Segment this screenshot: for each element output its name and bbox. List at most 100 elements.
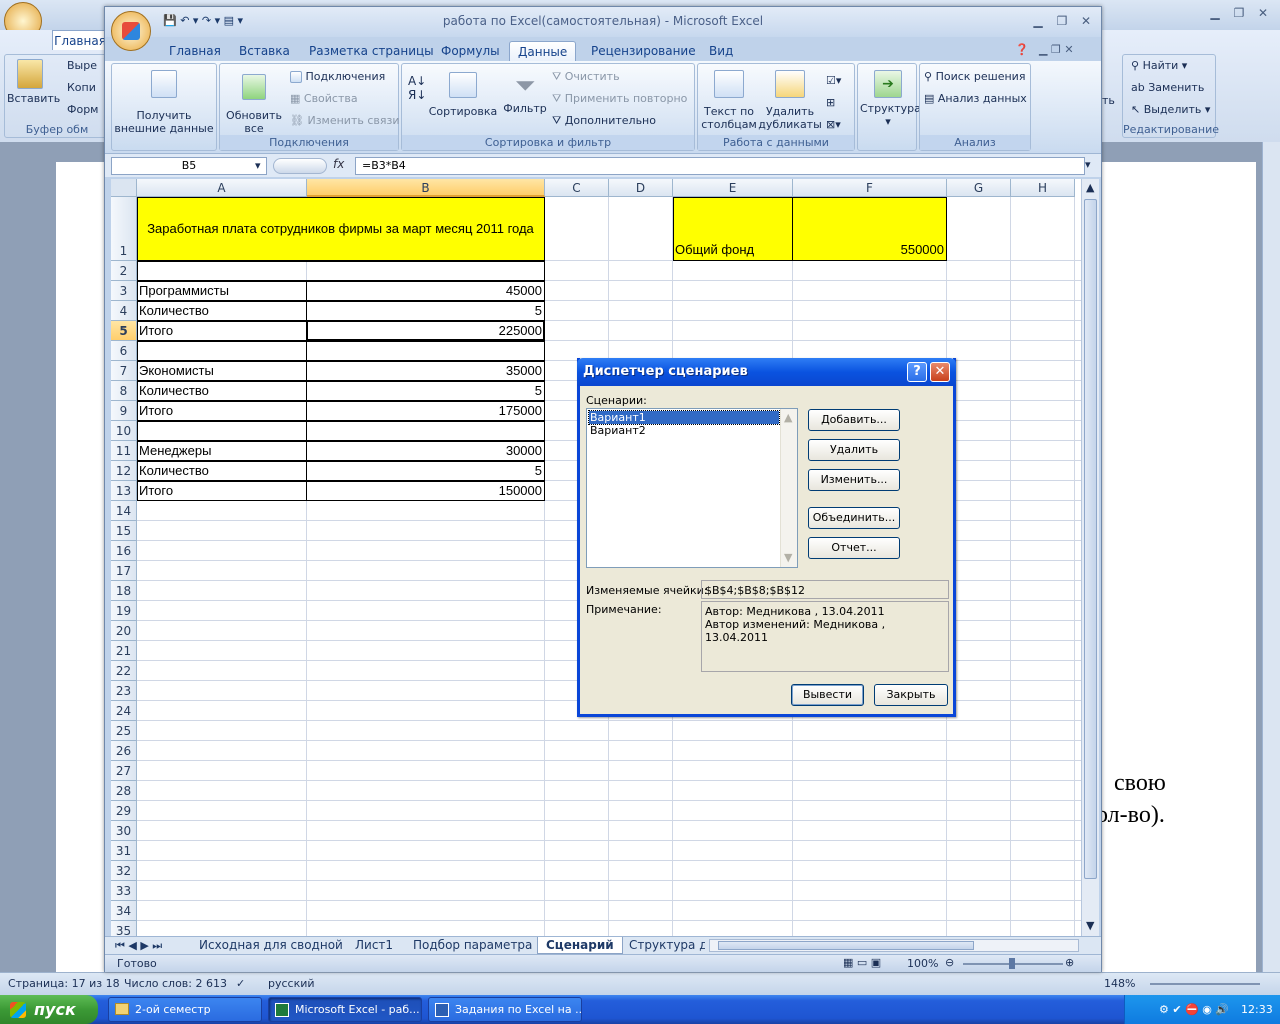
word-copy-button[interactable]: Копи: [67, 81, 96, 94]
edit-links-button[interactable]: ⛓ Изменить связи: [290, 114, 400, 127]
merge-scenarios-button[interactable]: Объединить...: [808, 507, 900, 529]
horizontal-scrollbar[interactable]: [709, 939, 1079, 952]
word-paste-button[interactable]: Вставить: [7, 59, 60, 105]
cell-a3[interactable]: Программисты: [139, 281, 304, 301]
get-external-data-button[interactable]: Получить внешние данные: [114, 70, 214, 135]
row-header[interactable]: 30: [111, 821, 137, 841]
zoom-out-icon[interactable]: ⊖: [945, 956, 954, 969]
edit-scenario-button[interactable]: Изменить...: [808, 469, 900, 491]
word-vertical-scrollbar[interactable]: [1262, 142, 1280, 972]
tab-home[interactable]: Главная: [161, 41, 229, 61]
refresh-all-button[interactable]: Обновить все: [224, 74, 284, 135]
scenario-item[interactable]: Вариант2: [590, 424, 646, 437]
row-header[interactable]: 32: [111, 861, 137, 881]
data-analysis-button[interactable]: ▤ Анализ данных: [924, 92, 1027, 105]
zoom-in-icon[interactable]: ⊕: [1065, 956, 1074, 969]
column-header-e[interactable]: E: [673, 179, 793, 197]
word-select-button[interactable]: ↖ Выделить ▾: [1131, 103, 1210, 116]
row-header[interactable]: 11: [111, 441, 137, 461]
row-header[interactable]: 28: [111, 781, 137, 801]
formula-input[interactable]: =B3*B4: [355, 157, 1085, 175]
word-cut-button[interactable]: Выре: [67, 59, 97, 72]
row-header[interactable]: 15: [111, 521, 137, 541]
data-validation-icons[interactable]: ☑▾ ⊞ ⊠▾: [826, 70, 841, 136]
row-header[interactable]: 24: [111, 701, 137, 721]
row-header[interactable]: 3: [111, 281, 137, 301]
advanced-filter-button[interactable]: ⛛ Дополнительно: [552, 114, 656, 128]
formula-expand-icon[interactable]: ▾: [1085, 158, 1091, 171]
row-header[interactable]: 17: [111, 561, 137, 581]
row-header[interactable]: 34: [111, 901, 137, 921]
row-header[interactable]: 29: [111, 801, 137, 821]
filter-button[interactable]: ⏷ Фильтр: [500, 72, 550, 115]
scroll-down-icon[interactable]: ▼: [1086, 919, 1094, 932]
cell-a7[interactable]: Экономисты: [139, 361, 304, 381]
spellcheck-icon[interactable]: ✓: [236, 977, 245, 990]
tab-page-layout[interactable]: Разметка страницы: [301, 41, 442, 61]
cell-a1[interactable]: Заработная плата сотрудников фирмы за ма…: [139, 219, 542, 239]
excel-vertical-scrollbar[interactable]: ▲ ▼: [1081, 179, 1099, 936]
add-scenario-button[interactable]: Добавить...: [808, 409, 900, 431]
row-header[interactable]: 33: [111, 881, 137, 901]
column-header-f[interactable]: F: [793, 179, 947, 197]
scenario-item-selected[interactable]: Вариант1: [588, 410, 780, 425]
tab-review[interactable]: Рецензирование: [583, 41, 704, 61]
cell-b7[interactable]: 35000: [309, 361, 542, 381]
excel-maximize-button[interactable]: ❐: [1051, 12, 1073, 30]
remove-duplicates-button[interactable]: Удалить дубликаты: [758, 70, 822, 131]
column-header-a[interactable]: A: [137, 179, 307, 197]
properties-button[interactable]: ▦ Свойства: [290, 92, 358, 105]
excel-close-button[interactable]: ✕: [1075, 12, 1097, 30]
cell-a4[interactable]: Количество: [139, 301, 304, 321]
word-tab-home[interactable]: Главная: [52, 30, 108, 50]
row-header[interactable]: 20: [111, 621, 137, 641]
column-header-c[interactable]: C: [545, 179, 609, 197]
taskbar-item-folder[interactable]: 2-ой семестр: [108, 997, 262, 1022]
row-header[interactable]: 8: [111, 381, 137, 401]
start-button[interactable]: пуск: [0, 995, 98, 1024]
row-header[interactable]: 22: [111, 661, 137, 681]
zoom-level[interactable]: 100%: [907, 957, 938, 970]
scenarios-listbox[interactable]: Вариант1 Вариант2 ▲ ▼: [586, 408, 798, 568]
report-button[interactable]: Отчет...: [808, 537, 900, 559]
tab-formulas[interactable]: Формулы: [433, 41, 508, 61]
text-to-columns-button[interactable]: Текст по столбцам: [700, 70, 758, 131]
solver-button[interactable]: ⚲ Поиск решения: [924, 70, 1025, 83]
dialog-close-button[interactable]: ✕: [930, 362, 950, 382]
cell-b9[interactable]: 175000: [309, 401, 542, 421]
word-find-button[interactable]: ⚲ Найти ▾: [1131, 59, 1187, 72]
sheet-tab-active[interactable]: Сценарий: [537, 937, 623, 954]
column-header-d[interactable]: D: [609, 179, 673, 197]
cell-a5[interactable]: Итого: [139, 321, 304, 341]
scroll-up-icon[interactable]: ▲: [1086, 181, 1094, 194]
cell-a11[interactable]: Менеджеры: [139, 441, 304, 461]
row-header[interactable]: 23: [111, 681, 137, 701]
cell-b13[interactable]: 150000: [309, 481, 542, 501]
word-close-button[interactable]: ✕: [1252, 4, 1274, 22]
sort-ascending-button[interactable]: А↓ Я↓: [408, 74, 426, 102]
row-header[interactable]: 4: [111, 301, 137, 321]
cell-e1[interactable]: Общий фонд: [675, 240, 790, 260]
tray-icons[interactable]: ⚙ ✔ ⛔ ◉ 🔊: [1159, 1003, 1229, 1016]
sheet-tab[interactable]: Лист1: [347, 937, 401, 954]
help-icon[interactable]: ❓: [1015, 43, 1029, 56]
column-header-b[interactable]: B: [307, 179, 545, 197]
clear-filter-button[interactable]: ⛛ Очистить: [552, 70, 620, 84]
select-all-corner[interactable]: [111, 179, 137, 197]
row-header[interactable]: 25: [111, 721, 137, 741]
word-replace-button[interactable]: ab Заменить: [1131, 81, 1204, 94]
row-header[interactable]: 16: [111, 541, 137, 561]
show-button[interactable]: Вывести: [791, 684, 864, 706]
row-header[interactable]: 21: [111, 641, 137, 661]
cell-b5[interactable]: 225000: [309, 321, 542, 341]
scroll-thumb[interactable]: [1084, 199, 1097, 879]
delete-scenario-button[interactable]: Удалить: [808, 439, 900, 461]
cell-a13[interactable]: Итого: [139, 481, 304, 501]
word-format-painter-button[interactable]: Форм: [67, 103, 98, 116]
sheet-tab[interactable]: Исходная для сводной: [191, 937, 351, 954]
cell-b4[interactable]: 5: [309, 301, 542, 321]
connections-button[interactable]: Подключения: [290, 70, 385, 83]
word-zoom-status[interactable]: 148%: [1104, 977, 1135, 990]
list-scrollbar[interactable]: ▲ ▼: [780, 409, 797, 567]
taskbar-item-word[interactable]: Задания по Excel на ...: [428, 997, 582, 1022]
